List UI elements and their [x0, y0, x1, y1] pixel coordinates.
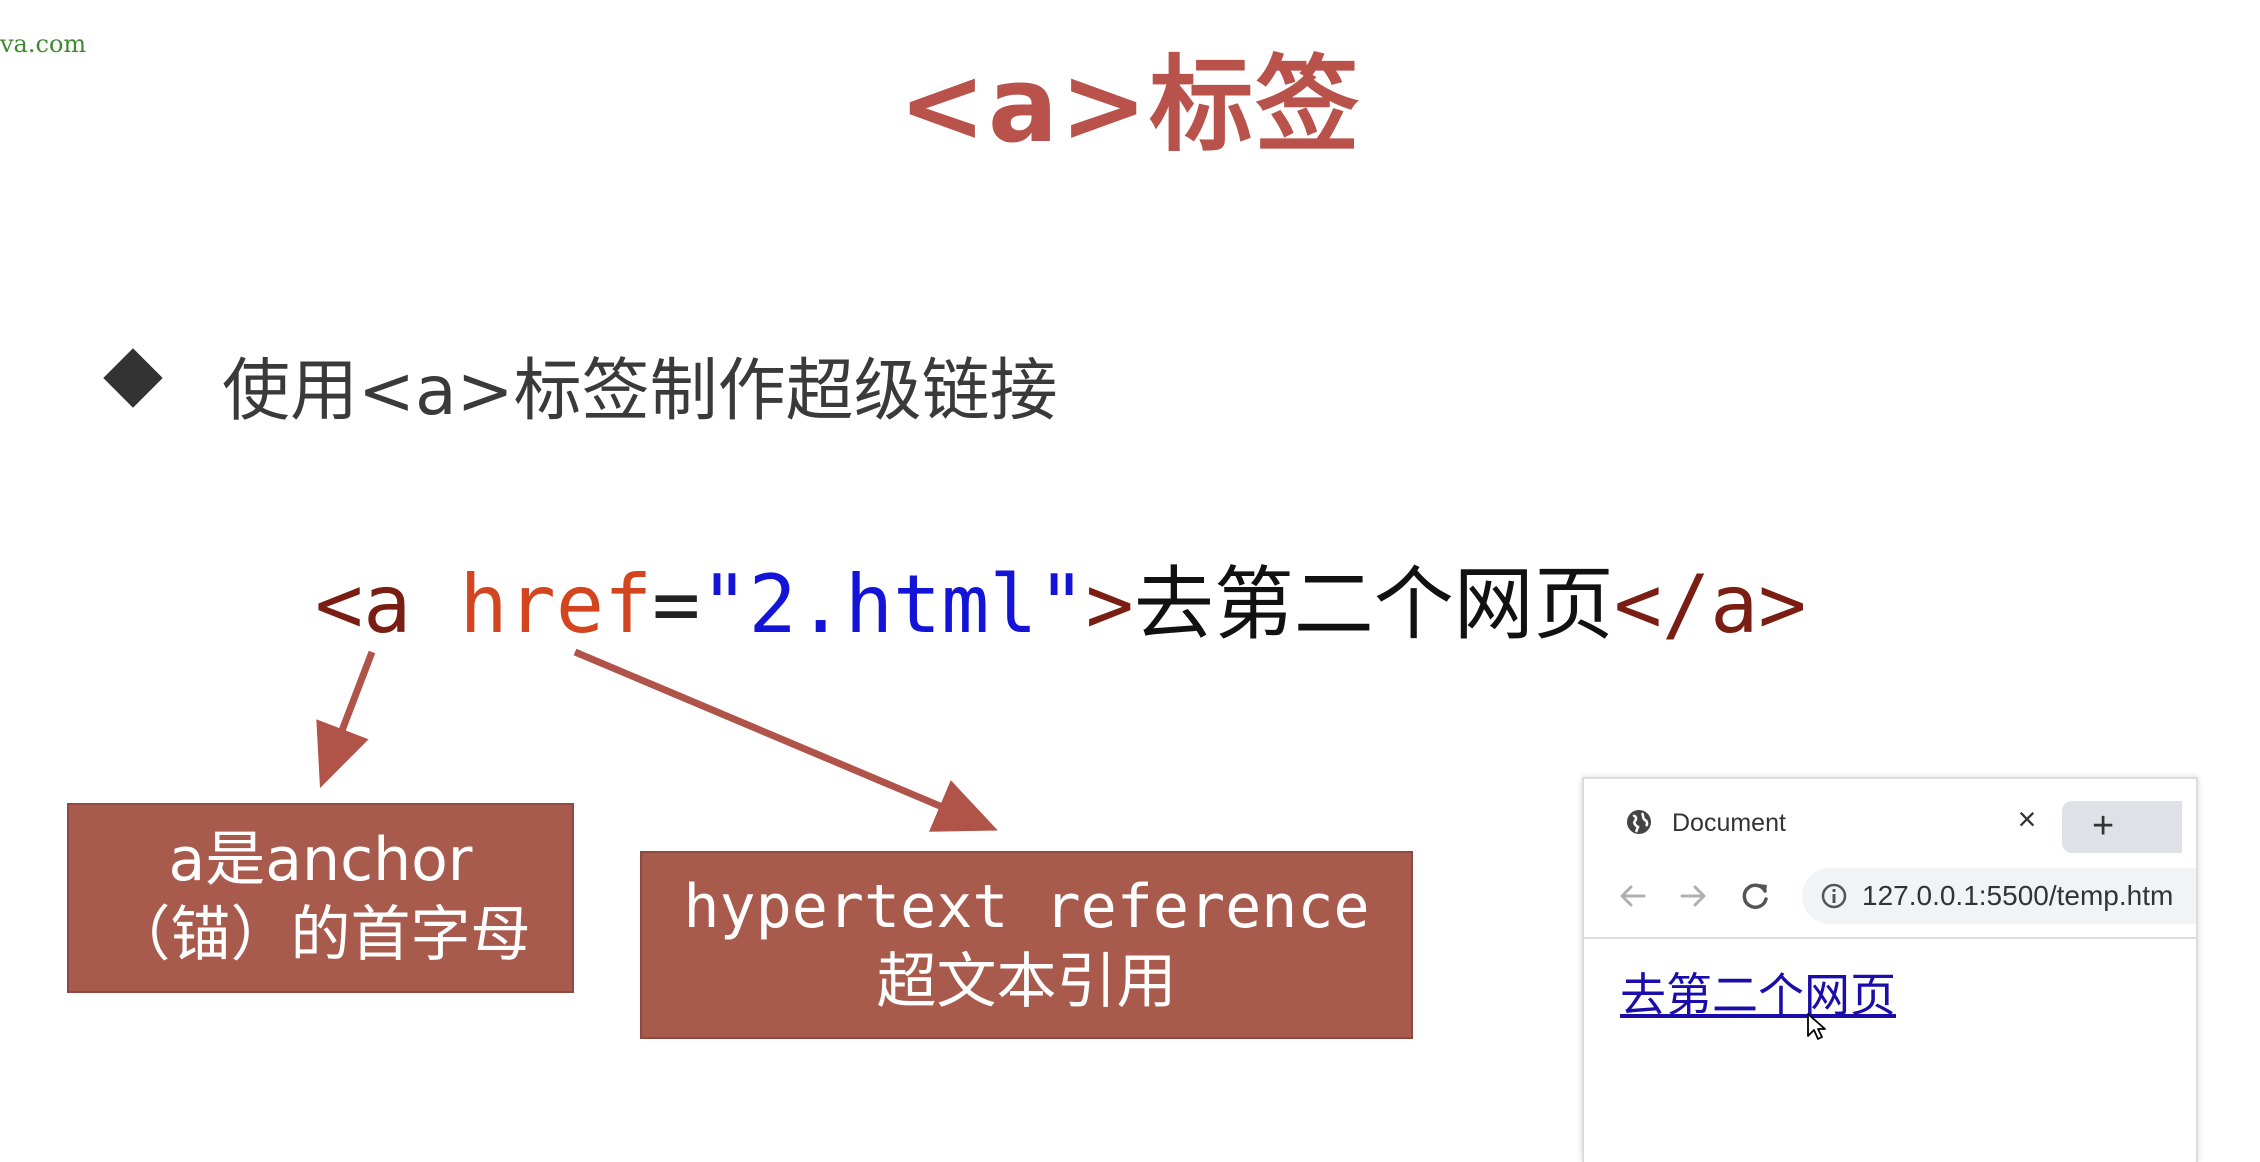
anchor-callout-line1: a是anchor	[168, 825, 473, 895]
cursor-icon	[1806, 1012, 1828, 1046]
back-icon[interactable]	[1616, 879, 1650, 917]
tab-strip: Document × +	[1584, 779, 2196, 859]
info-icon[interactable]	[1820, 882, 1848, 914]
globe-icon	[1624, 807, 1654, 841]
url-text[interactable]: 127.0.0.1:5500/temp.htm	[1862, 880, 2173, 912]
tab-close-button[interactable]: ×	[2009, 801, 2045, 838]
new-tab-button[interactable]: +	[2062, 801, 2182, 853]
href-callout-line1: hypertext reference	[683, 872, 1370, 942]
anchor-callout: a是anchor （锚）的首字母	[67, 803, 574, 993]
tab-title[interactable]: Document	[1672, 809, 1786, 838]
reload-icon[interactable]	[1739, 879, 1773, 917]
anchor-callout-line2: （锚）的首字母	[110, 900, 531, 970]
forward-icon[interactable]	[1676, 879, 1710, 917]
arrow-to-anchor-callout	[316, 650, 376, 789]
href-callout: hypertext reference 超文本引用	[640, 851, 1413, 1039]
browser-toolbar: 127.0.0.1:5500/temp.htm	[1584, 859, 2196, 939]
arrow-to-href-callout	[573, 648, 998, 832]
address-bar[interactable]: 127.0.0.1:5500/temp.htm	[1802, 868, 2196, 924]
browser-window: Document × + 127.0.0.1:5500/temp.htm 去第二…	[1582, 777, 2198, 1162]
plus-icon: +	[2092, 805, 2115, 847]
page-link[interactable]: 去第二个网页	[1620, 959, 1896, 1025]
href-callout-line2: 超文本引用	[876, 947, 1177, 1017]
